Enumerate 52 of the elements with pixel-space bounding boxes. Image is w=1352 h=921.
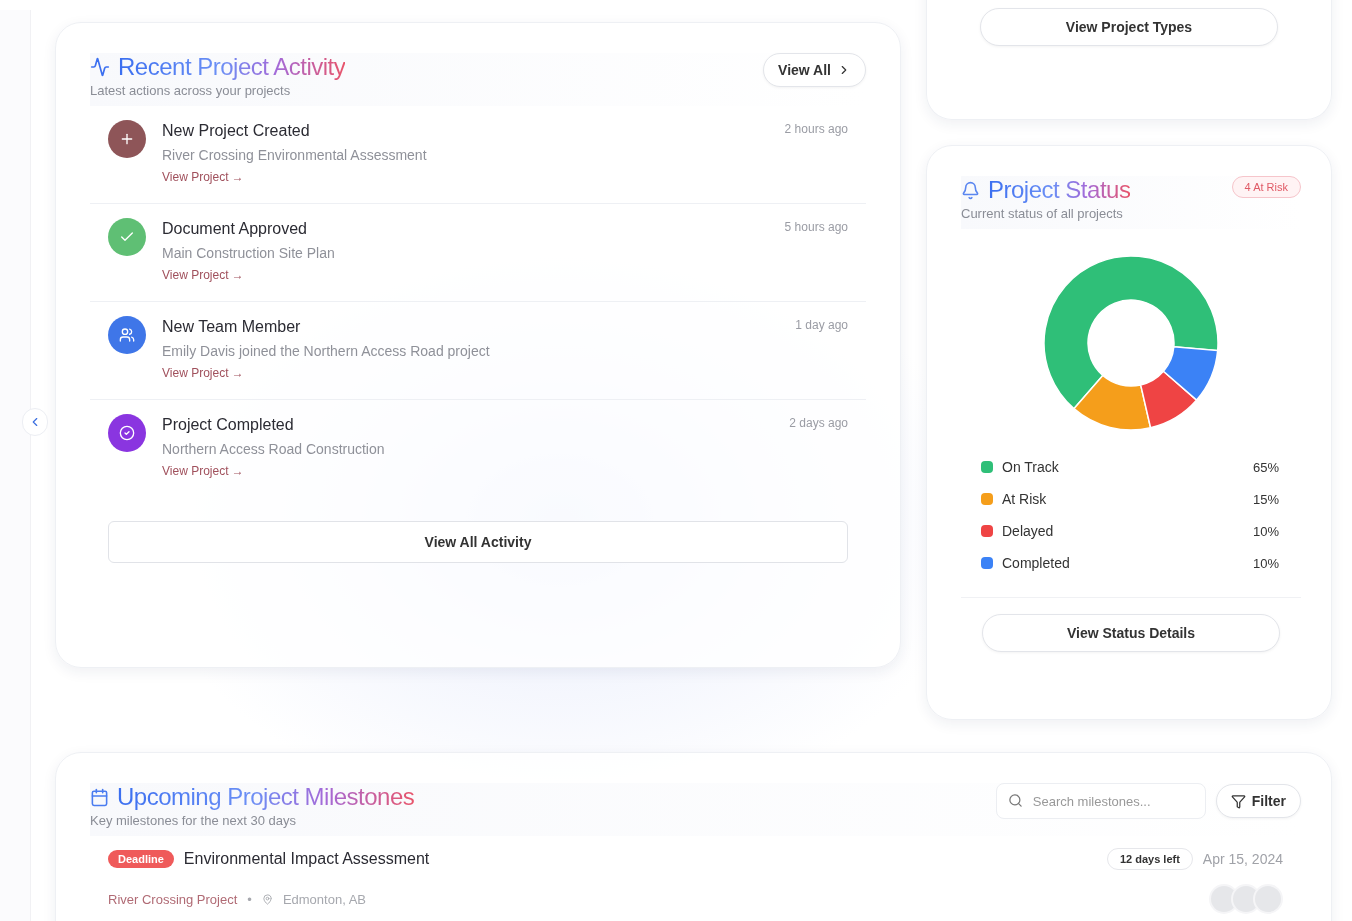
deadline-tag: Deadline — [108, 850, 174, 868]
legend-label: Delayed — [1002, 523, 1055, 539]
milestone-title: Environmental Impact Assessment — [183, 850, 431, 868]
activity-time: 2 hours ago — [784, 122, 848, 138]
activity-detail: River Crossing Environmental Assessment — [162, 147, 428, 163]
activity-time: 2 days ago — [789, 416, 848, 432]
card-subtitle: Current status of all projects — [961, 206, 1124, 221]
activity-title: New Team Member — [162, 318, 301, 336]
legend-value: 65% — [1252, 459, 1279, 475]
card-subtitle: Latest actions across your projects — [90, 83, 292, 98]
view-project-link[interactable]: View Project → — [162, 170, 244, 184]
view-all-activity-button[interactable]: View All Activity — [108, 521, 848, 563]
activity-icon — [90, 57, 110, 77]
at-risk-badge: 4 At Risk — [1231, 176, 1301, 198]
filter-icon — [1230, 793, 1246, 809]
users-icon — [119, 327, 135, 343]
days-left-badge: 12 days left — [1106, 848, 1193, 870]
map-pin-icon — [261, 893, 273, 905]
legend-value: 15% — [1252, 491, 1279, 507]
activity-time: 5 hours ago — [784, 220, 848, 236]
view-project-types-button[interactable]: View Project Types — [980, 8, 1278, 46]
plus-icon — [119, 131, 135, 147]
activity-detail: Emily Davis joined the Northern Access Road project — [162, 343, 491, 359]
view-all-button[interactable]: View All — [763, 53, 866, 87]
separator-dot: • — [247, 891, 252, 907]
avatar — [1253, 884, 1283, 914]
milestone-date: Apr 15, 2024 — [1202, 851, 1283, 867]
activity-title: New Project Created — [162, 122, 310, 140]
collapse-button[interactable] — [22, 408, 48, 436]
activity-time: 1 day ago — [795, 318, 848, 334]
view-project-link[interactable]: View Project → — [162, 268, 244, 282]
milestone-location: Edmonton, AB — [282, 891, 366, 907]
view-status-details-button[interactable]: View Status Details — [982, 614, 1280, 652]
legend-label: At Risk — [1002, 491, 1048, 507]
activity-title: Project Completed — [162, 416, 294, 434]
calendar-icon — [90, 787, 109, 807]
filter-button[interactable]: Filter — [1215, 784, 1301, 818]
search-field[interactable]: Search milestones... — [995, 783, 1206, 819]
activity-detail: Northern Access Road Construction — [162, 441, 386, 457]
bell-icon — [961, 180, 980, 200]
project-link[interactable]: River Crossing Project — [108, 891, 238, 907]
check-circle-icon — [119, 425, 135, 441]
legend-value: 10% — [1252, 523, 1279, 539]
view-project-link[interactable]: View Project → — [162, 464, 244, 478]
legend-label: On Track — [1002, 459, 1060, 475]
activity-detail: Main Construction Site Plan — [162, 245, 336, 261]
activity-title: Document Approved — [162, 220, 307, 238]
legend-value: 10% — [1252, 555, 1279, 571]
card-subtitle: Key milestones for the next 30 days — [90, 813, 297, 828]
legend-label: Completed — [1002, 555, 1071, 571]
view-project-link[interactable]: View Project → — [162, 366, 244, 380]
search-icon — [1007, 793, 1023, 808]
